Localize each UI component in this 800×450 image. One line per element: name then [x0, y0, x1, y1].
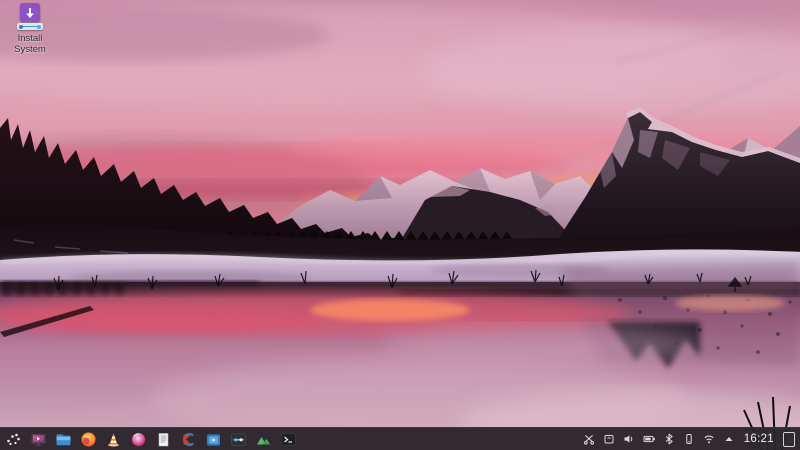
wallpaper [0, 0, 800, 450]
system-tray [583, 433, 736, 446]
volume-icon[interactable] [623, 433, 636, 446]
expand-tray-icon[interactable] [723, 433, 736, 446]
install-system-shortcut[interactable]: Install System [4, 3, 56, 55]
wifi-icon[interactable] [703, 433, 716, 446]
live-installer-display-icon[interactable] [30, 431, 47, 448]
device-notifier-icon[interactable] [603, 433, 616, 446]
file-manager-folder-icon[interactable] [55, 431, 72, 448]
battery-icon[interactable] [643, 433, 656, 446]
lake-water [0, 262, 800, 450]
portable-device-icon[interactable] [683, 433, 696, 446]
install-system-label: Install System [14, 33, 46, 55]
installer-slider-icon [17, 23, 43, 30]
show-desktop-button[interactable] [783, 431, 795, 447]
calligra-icon[interactable] [180, 431, 197, 448]
media-disc-icon[interactable] [130, 431, 147, 448]
firefox-icon[interactable] [80, 431, 97, 448]
clipboard-manager-icon[interactable] [583, 433, 596, 446]
software-box-icon[interactable] [205, 431, 222, 448]
clock[interactable]: 16:21 [744, 433, 774, 445]
install-arrow-icon [20, 3, 40, 22]
app-launcher-icon[interactable] [5, 431, 22, 448]
taskbar-launchers [5, 431, 297, 448]
settings-slider-icon[interactable] [230, 431, 247, 448]
bluetooth-icon[interactable] [663, 433, 676, 446]
taskbar-panel: 16:21 [0, 427, 800, 450]
desktop: Install System 16:21 [0, 0, 800, 450]
image-viewer-icon[interactable] [255, 431, 272, 448]
terminal-icon[interactable] [280, 431, 297, 448]
vlc-icon[interactable] [105, 431, 122, 448]
document-viewer-icon[interactable] [155, 431, 172, 448]
